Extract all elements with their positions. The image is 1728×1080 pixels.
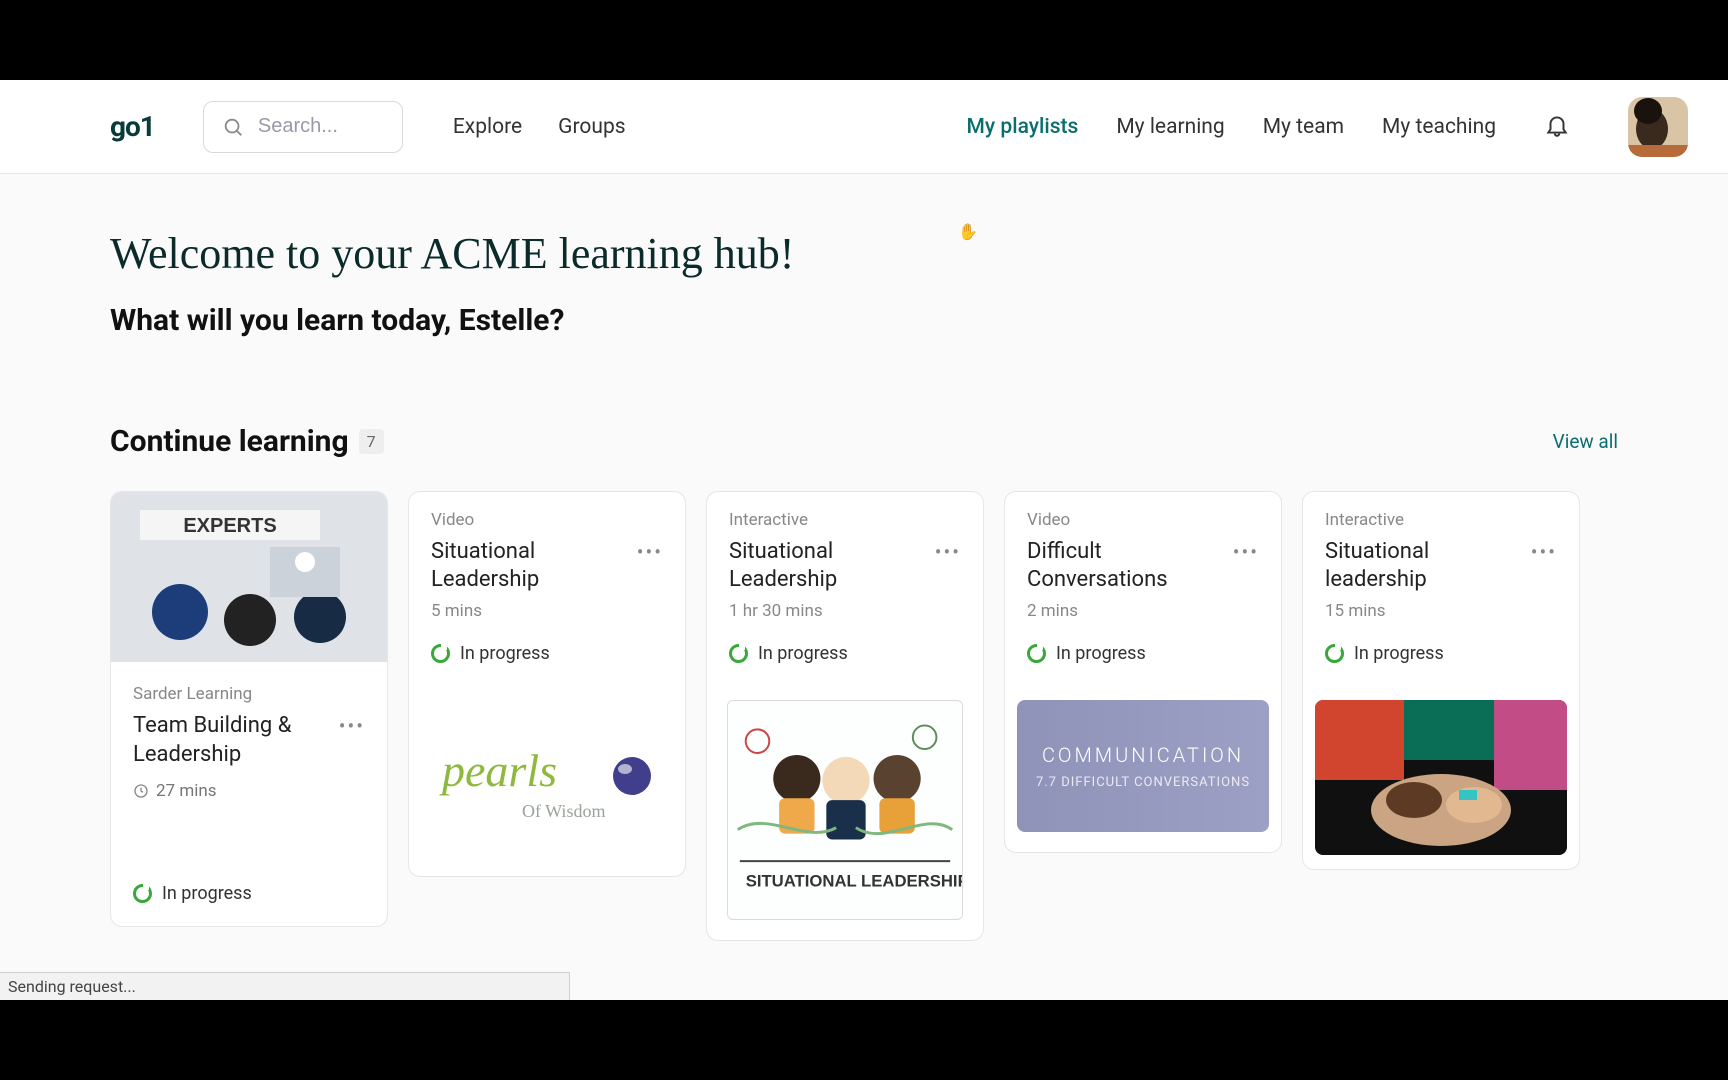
progress-ring-icon xyxy=(431,644,450,663)
course-card-5[interactable]: Interactive Situational leadership ••• 1… xyxy=(1302,491,1580,870)
bell-icon xyxy=(1544,112,1570,138)
welcome-title: Welcome to your ACME learning hub! xyxy=(110,228,1618,279)
publisher-label: Sarder Learning xyxy=(133,684,365,704)
letterbox-bottom xyxy=(0,1000,1728,1080)
continue-heading: Continue learning xyxy=(110,424,349,459)
status-text: In progress xyxy=(460,643,550,664)
status-row: In progress xyxy=(1325,643,1557,664)
nav-my-team[interactable]: My team xyxy=(1263,115,1344,139)
continue-section-header: Continue learning 7 View all xyxy=(110,424,1618,459)
nav-right: My playlists My learning My team My teac… xyxy=(967,97,1688,157)
status-text: In progress xyxy=(758,643,848,664)
header: go1 Explore Groups My playlists My learn… xyxy=(0,80,1728,174)
card-more-button[interactable]: ••• xyxy=(1531,538,1557,564)
duration-row: 27 mins xyxy=(133,781,365,801)
duration-text: 27 mins xyxy=(156,781,217,801)
svg-text:SITUATIONAL LEADERSHIP: SITUATIONAL LEADERSHIP xyxy=(746,872,963,891)
letterbox-top xyxy=(0,0,1728,80)
course-artwork: SITUATIONAL LEADERSHIP xyxy=(727,700,963,920)
course-card-1[interactable]: EXPERTS Sarder Learning Team Building & … xyxy=(110,491,388,927)
nav-my-playlists[interactable]: My playlists xyxy=(967,115,1079,139)
duration-text: 2 mins xyxy=(1027,601,1259,621)
status-row: In progress xyxy=(133,883,365,904)
svg-text:EXPERTS: EXPERTS xyxy=(183,515,276,537)
duration-text: 5 mins xyxy=(431,601,663,621)
card-more-button[interactable]: ••• xyxy=(339,712,365,738)
duration-text: 1 hr 30 mins xyxy=(729,601,961,621)
course-thumbnail: EXPERTS xyxy=(111,492,387,662)
search-icon xyxy=(222,116,244,138)
nav-explore[interactable]: Explore xyxy=(453,115,522,139)
card-more-button[interactable]: ••• xyxy=(1233,538,1259,564)
status-text: In progress xyxy=(1354,643,1444,664)
avatar-image xyxy=(1628,97,1688,157)
status-row: In progress xyxy=(729,643,961,664)
card-title: Situational Leadership xyxy=(729,538,927,593)
course-card-3[interactable]: Interactive Situational Leadership ••• 1… xyxy=(706,491,984,941)
course-card-2[interactable]: Video Situational Leadership ••• 5 mins … xyxy=(408,491,686,877)
card-more-button[interactable]: ••• xyxy=(935,538,961,564)
search-input[interactable] xyxy=(258,115,378,138)
card-title: Situational leadership xyxy=(1325,538,1523,593)
svg-text:pearls: pearls xyxy=(439,745,557,796)
nav-groups[interactable]: Groups xyxy=(558,115,625,139)
browser-statusbar: Sending request... xyxy=(0,972,570,1000)
avatar[interactable] xyxy=(1628,97,1688,157)
nav-my-learning[interactable]: My learning xyxy=(1116,115,1224,139)
card-body: Sarder Learning Team Building & Leadersh… xyxy=(111,662,387,926)
duration-text: 15 mins xyxy=(1325,601,1557,621)
content-type-label: Video xyxy=(431,510,663,530)
card-body: Video Situational Leadership ••• 5 mins … xyxy=(409,492,685,686)
welcome-subtitle: What will you learn today, Estelle? xyxy=(110,303,1618,338)
card-body: Interactive Situational Leadership ••• 1… xyxy=(707,492,983,686)
course-card-4[interactable]: Video Difficult Conversations ••• 2 mins… xyxy=(1004,491,1282,853)
status-text: In progress xyxy=(1056,643,1146,664)
progress-ring-icon xyxy=(729,644,748,663)
status-row: In progress xyxy=(431,643,663,664)
cards-row: EXPERTS Sarder Learning Team Building & … xyxy=(110,491,1618,941)
content-type-label: Video xyxy=(1027,510,1259,530)
card-title: Difficult Conversations xyxy=(1027,538,1225,593)
section-title-wrap: Continue learning 7 xyxy=(110,424,384,459)
continue-count-badge: 7 xyxy=(359,429,384,454)
main-content: Welcome to your ACME learning hub! What … xyxy=(0,174,1728,941)
nav-my-teaching[interactable]: My teaching xyxy=(1382,115,1496,139)
svg-text:Of Wisdom: Of Wisdom xyxy=(522,801,605,821)
logo[interactable]: go1 xyxy=(110,110,155,143)
status-text: In progress xyxy=(162,883,252,904)
app-frame: go1 Explore Groups My playlists My learn… xyxy=(0,80,1728,1000)
content-type-label: Interactive xyxy=(1325,510,1557,530)
brand-logo: pearls Of Wisdom xyxy=(421,716,673,856)
clock-icon xyxy=(133,783,149,799)
nav-left: Explore Groups xyxy=(453,115,626,139)
card-body: Interactive Situational leadership ••• 1… xyxy=(1303,492,1579,686)
artwork-line2: 7.7 DIFFICULT CONVERSATIONS xyxy=(1036,775,1250,790)
view-all-link[interactable]: View all xyxy=(1553,430,1618,453)
search-box[interactable] xyxy=(203,101,403,153)
progress-ring-icon xyxy=(1325,644,1344,663)
status-row: In progress xyxy=(1027,643,1259,664)
progress-ring-icon xyxy=(1027,644,1046,663)
statusbar-text: Sending request... xyxy=(8,977,136,996)
content-type-label: Interactive xyxy=(729,510,961,530)
artwork-line1: COMMUNICATION xyxy=(1042,743,1244,767)
card-body: Video Difficult Conversations ••• 2 mins… xyxy=(1005,492,1281,686)
notifications-button[interactable] xyxy=(1544,112,1570,142)
course-artwork: COMMUNICATION 7.7 DIFFICULT CONVERSATION… xyxy=(1017,700,1269,832)
card-title: Situational Leadership xyxy=(431,538,629,593)
progress-ring-icon xyxy=(133,884,152,903)
card-title: Team Building & Leadership xyxy=(133,712,339,769)
course-artwork xyxy=(1315,700,1567,855)
card-more-button[interactable]: ••• xyxy=(637,538,663,564)
